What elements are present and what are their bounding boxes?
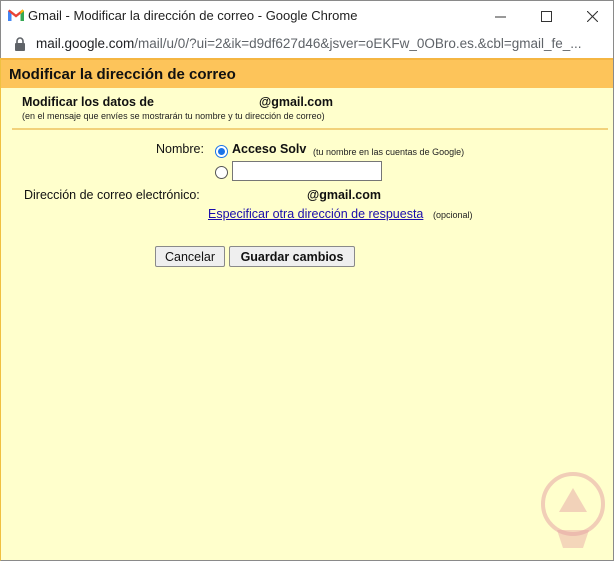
email-label: Dirección de correo electrónico: <box>24 188 200 202</box>
dialog-title: Modificar la dirección de correo <box>9 66 236 83</box>
dialog-content: Modificar la dirección de correo Modific… <box>0 58 614 561</box>
close-icon <box>586 10 598 22</box>
maximize-icon <box>540 10 552 22</box>
save-button[interactable]: Guardar cambios <box>229 246 355 267</box>
reply-address-link[interactable]: Especificar otra dirección de respuesta <box>208 207 423 221</box>
email-value: @gmail.com <box>307 188 382 202</box>
url-path: /mail/u/0/?ui=2&ik=d9df627d46&jsver=oEKF… <box>134 36 582 51</box>
reply-optional-note: (opcional) <box>433 210 473 220</box>
subtitle: Modificar los datos de <box>22 95 154 109</box>
window-title: Gmail - Modificar la dirección de correo… <box>28 8 358 23</box>
default-name-label[interactable]: Acceso Solv <box>232 142 306 156</box>
url-text[interactable]: mail.google.com/mail/u/0/?ui=2&ik=d9df62… <box>36 36 582 51</box>
subtitle-email: @gmail.com <box>259 95 334 109</box>
custom-name-input[interactable] <box>232 161 382 181</box>
minimize-button[interactable] <box>477 1 523 31</box>
default-name-note: (tu nombre en las cuentas de Google) <box>313 147 465 157</box>
url-host: mail.google.com <box>36 36 135 51</box>
lock-icon[interactable] <box>14 37 26 51</box>
radio-custom-name[interactable] <box>215 166 228 179</box>
address-bar[interactable]: mail.google.com/mail/u/0/?ui=2&ik=d9df62… <box>0 30 614 58</box>
dialog-header: Modificar la dirección de correo <box>1 58 613 88</box>
close-button[interactable] <box>569 1 614 31</box>
gmail-logo-icon <box>8 9 24 21</box>
subtitle-note: (en el mensaje que envíes se mostrarán t… <box>22 111 325 121</box>
minimize-icon <box>494 16 506 17</box>
divider <box>12 128 608 130</box>
watermark-logo-icon <box>541 472 605 548</box>
radio-default-name[interactable] <box>215 145 228 158</box>
name-label: Nombre: <box>156 142 204 156</box>
cancel-button[interactable]: Cancelar <box>155 246 225 267</box>
maximize-button[interactable] <box>523 1 569 31</box>
window-titlebar: Gmail - Modificar la dirección de correo… <box>0 0 614 30</box>
